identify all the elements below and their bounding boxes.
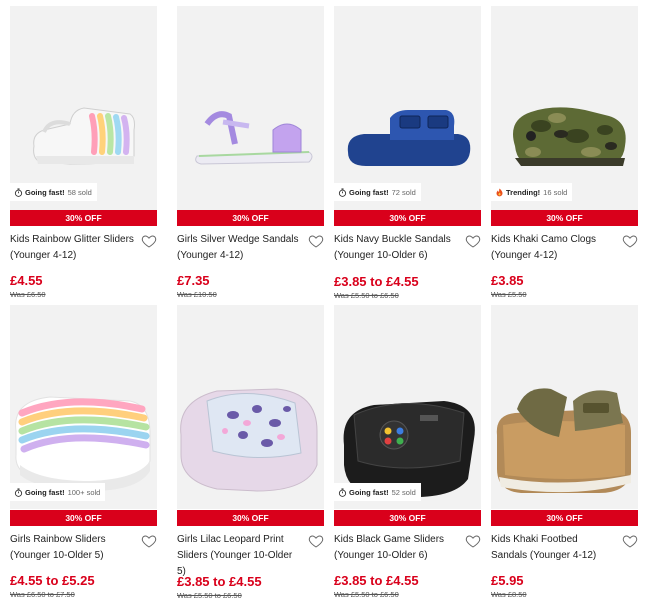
product-name[interactable]: Girls Silver Wedge Sandals (Younger 4-12… bbox=[177, 232, 301, 264]
product-image[interactable] bbox=[334, 6, 481, 210]
discount-badge: 30% OFF bbox=[10, 510, 157, 526]
product-price: £4.55 to £5.25 bbox=[10, 573, 95, 588]
product-price: £5.95 bbox=[491, 573, 524, 588]
discount-badge: 30% OFF bbox=[491, 510, 638, 526]
product-name[interactable]: Kids Khaki Footbed Sandals (Younger 4-12… bbox=[491, 532, 615, 564]
product-price: £3.85 to £4.55 bbox=[177, 574, 262, 589]
product-image[interactable] bbox=[10, 305, 157, 509]
product-name[interactable]: Kids Rainbow Glitter Sliders (Younger 4-… bbox=[10, 232, 134, 264]
product-name[interactable]: Kids Khaki Camo Clogs (Younger 4-12) bbox=[491, 232, 615, 264]
product-name[interactable]: Kids Black Game Sliders (Younger 10-Olde… bbox=[334, 532, 458, 564]
discount-badge: 30% OFF bbox=[10, 210, 157, 226]
social-proof-label: Going fast! bbox=[349, 487, 389, 497]
flame-icon bbox=[495, 187, 504, 197]
discount-badge: 30% OFF bbox=[177, 510, 324, 526]
wishlist-heart-icon[interactable] bbox=[141, 533, 157, 549]
product-image[interactable] bbox=[10, 6, 157, 210]
wishlist-heart-icon[interactable] bbox=[622, 233, 638, 249]
product-card[interactable]: 30% OFF Girls Lilac Leopard Print Slider… bbox=[177, 305, 324, 602]
wishlist-heart-icon[interactable] bbox=[141, 233, 157, 249]
was-price: Was £6.50 to £7.50 bbox=[10, 590, 75, 599]
social-proof-tag: Trending! 16 sold bbox=[491, 183, 573, 201]
social-proof-tag: Going fast! 72 sold bbox=[334, 183, 421, 201]
product-price: £3.85 to £4.55 bbox=[334, 573, 419, 588]
was-price: Was £8.50 bbox=[491, 590, 527, 599]
product-image[interactable] bbox=[334, 305, 481, 509]
social-proof-label: Going fast! bbox=[349, 187, 389, 197]
sold-count: 100+ sold bbox=[67, 487, 101, 497]
was-price: Was £5.50 to £6.50 bbox=[334, 590, 399, 599]
sold-count: 16 sold bbox=[543, 187, 568, 197]
product-card[interactable]: Going fast! 100+ sold 30% OFF Girls Rain… bbox=[10, 305, 157, 602]
sold-count: 72 sold bbox=[391, 187, 416, 197]
was-price: Was £5.50 to £6.50 bbox=[177, 591, 242, 600]
wishlist-heart-icon[interactable] bbox=[622, 533, 638, 549]
product-name[interactable]: Kids Navy Buckle Sandals (Younger 10-Old… bbox=[334, 232, 458, 264]
social-proof-tag: Going fast! 52 sold bbox=[334, 483, 421, 501]
product-image[interactable] bbox=[491, 6, 638, 210]
product-image[interactable] bbox=[177, 6, 324, 210]
product-card[interactable]: Going fast! 52 sold 30% OFF Kids Black G… bbox=[334, 305, 481, 602]
was-price: Was £6.50 bbox=[10, 290, 46, 299]
sold-count: 52 sold bbox=[391, 487, 416, 497]
product-price: £3.85 to £4.55 bbox=[334, 274, 419, 289]
discount-badge: 30% OFF bbox=[491, 210, 638, 226]
social-proof-tag: Going fast! 100+ sold bbox=[10, 483, 106, 501]
stopwatch-icon bbox=[14, 187, 23, 197]
social-proof-label: Going fast! bbox=[25, 487, 65, 497]
wishlist-heart-icon[interactable] bbox=[465, 233, 481, 249]
product-name[interactable]: Girls Lilac Leopard Print Sliders (Young… bbox=[177, 532, 301, 580]
wishlist-heart-icon[interactable] bbox=[465, 533, 481, 549]
product-card[interactable]: 30% OFF Kids Khaki Footbed Sandals (Youn… bbox=[491, 305, 638, 602]
product-price: £4.55 bbox=[10, 273, 43, 288]
wishlist-heart-icon[interactable] bbox=[308, 233, 324, 249]
social-proof-tag: Going fast! 58 sold bbox=[10, 183, 97, 201]
was-price: Was £10.50 bbox=[177, 290, 217, 299]
wishlist-heart-icon[interactable] bbox=[308, 533, 324, 549]
product-image[interactable] bbox=[177, 305, 324, 509]
was-price: Was £5.50 bbox=[491, 290, 527, 299]
product-name[interactable]: Girls Rainbow Sliders (Younger 10-Older … bbox=[10, 532, 134, 564]
discount-badge: 30% OFF bbox=[177, 210, 324, 226]
discount-badge: 30% OFF bbox=[334, 210, 481, 226]
social-proof-label: Going fast! bbox=[25, 187, 65, 197]
product-price: £7.35 bbox=[177, 273, 210, 288]
product-price: £3.85 bbox=[491, 273, 524, 288]
product-image[interactable] bbox=[491, 305, 638, 509]
stopwatch-icon bbox=[338, 187, 347, 197]
stopwatch-icon bbox=[338, 487, 347, 497]
sold-count: 58 sold bbox=[67, 187, 92, 197]
social-proof-label: Trending! bbox=[506, 187, 541, 197]
was-price: Was £5.50 to £6.50 bbox=[334, 291, 399, 300]
discount-badge: 30% OFF bbox=[334, 510, 481, 526]
stopwatch-icon bbox=[14, 487, 23, 497]
